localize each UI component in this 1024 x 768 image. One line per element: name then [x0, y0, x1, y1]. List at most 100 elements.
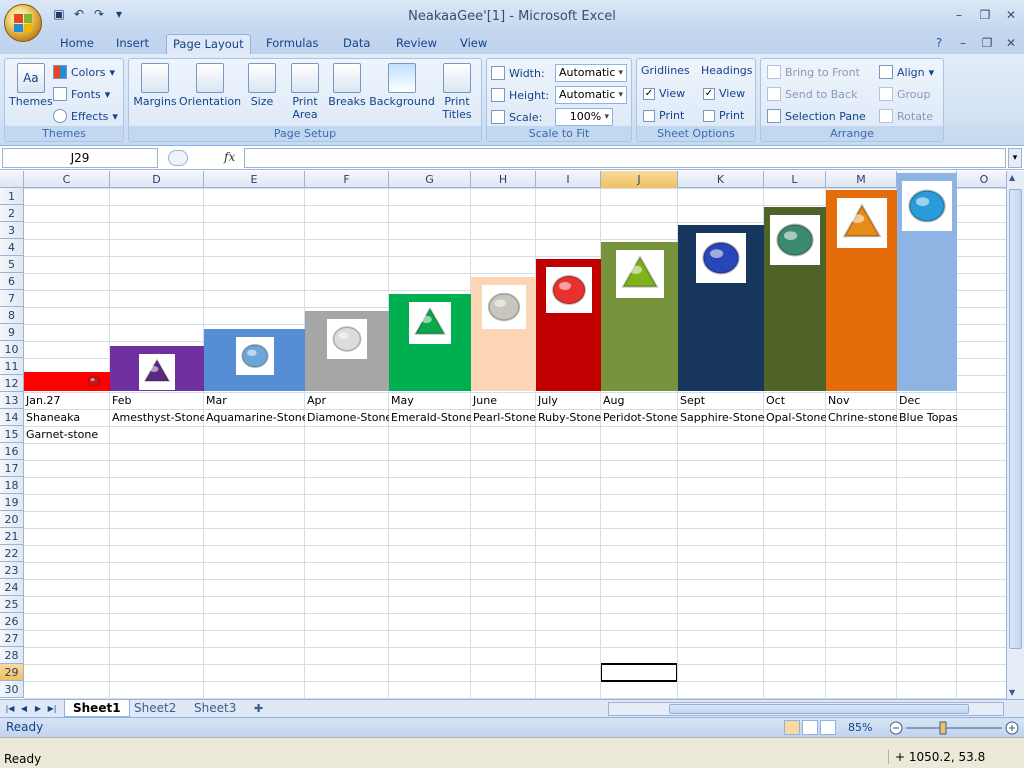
- column-header-j[interactable]: J: [601, 171, 678, 188]
- fonts-button[interactable]: Fonts ▾: [53, 87, 110, 101]
- select-all-corner[interactable]: [0, 171, 24, 188]
- row-header-4[interactable]: 4: [0, 239, 24, 256]
- themes-button[interactable]: Aa Themes: [9, 63, 53, 108]
- close-icon[interactable]: ✕: [1004, 8, 1018, 22]
- breaks-button[interactable]: Breaks: [327, 63, 367, 108]
- row-header-16[interactable]: 16: [0, 443, 24, 460]
- gem-image-sept[interactable]: [696, 233, 746, 283]
- next-sheet-icon[interactable]: ▶: [32, 702, 44, 715]
- headings-view-checkbox[interactable]: ✓ View: [703, 87, 745, 100]
- vertical-scrollbar[interactable]: ▲ ▼: [1006, 171, 1024, 699]
- height-dropdown[interactable]: Automatic: [555, 86, 627, 104]
- row-header-2[interactable]: 2: [0, 205, 24, 222]
- selection-pane-button[interactable]: Selection Pane: [767, 109, 866, 123]
- page-break-preview-icon[interactable]: [820, 720, 836, 735]
- horizontal-scrollbar[interactable]: [608, 702, 1004, 716]
- row-header-30[interactable]: 30: [0, 681, 24, 698]
- gem-image-july[interactable]: [545, 267, 592, 313]
- tab-page-layout[interactable]: Page Layout: [166, 34, 251, 54]
- vertical-scroll-thumb[interactable]: [1009, 189, 1022, 649]
- last-sheet-icon[interactable]: ▶|: [46, 702, 58, 715]
- tab-home[interactable]: Home: [54, 34, 100, 54]
- row-header-10[interactable]: 10: [0, 341, 24, 358]
- sheet-tab-sheet2[interactable]: Sheet2: [126, 700, 184, 717]
- headings-print-checkbox[interactable]: Print: [703, 109, 744, 122]
- tab-review[interactable]: Review: [390, 34, 443, 54]
- gem-image-may[interactable]: [409, 302, 451, 344]
- zoom-level[interactable]: 85%: [848, 721, 872, 734]
- column-header-m[interactable]: M: [826, 171, 897, 188]
- size-button[interactable]: Size: [247, 63, 277, 108]
- zoom-slider[interactable]: [890, 721, 1020, 735]
- row-header-1[interactable]: 1: [0, 188, 24, 205]
- workbook-minimize-icon[interactable]: –: [956, 36, 970, 50]
- first-sheet-icon[interactable]: |◀: [4, 702, 16, 715]
- row-header-26[interactable]: 26: [0, 613, 24, 630]
- gem-image-aug[interactable]: [615, 250, 664, 298]
- tab-insert[interactable]: Insert: [110, 34, 155, 54]
- workbook-close-icon[interactable]: ✕: [1004, 36, 1018, 50]
- sheet-tab-sheet3[interactable]: Sheet3: [186, 700, 244, 717]
- row-header-13[interactable]: 13: [0, 392, 24, 409]
- help-icon[interactable]: ?: [932, 36, 946, 50]
- normal-view-icon[interactable]: [784, 720, 800, 735]
- margins-button[interactable]: Margins: [133, 63, 177, 108]
- sheet-tab-sheet1[interactable]: Sheet1: [64, 700, 130, 717]
- effects-button[interactable]: Effects ▾: [53, 109, 118, 123]
- row-header-5[interactable]: 5: [0, 256, 24, 273]
- column-header-e[interactable]: E: [204, 171, 305, 188]
- gem-image-nov[interactable]: [836, 198, 887, 248]
- column-header-k[interactable]: K: [678, 171, 764, 188]
- row-header-27[interactable]: 27: [0, 630, 24, 647]
- row-header-22[interactable]: 22: [0, 545, 24, 562]
- scroll-down-icon[interactable]: ▼: [1009, 688, 1015, 697]
- row-header-28[interactable]: 28: [0, 647, 24, 664]
- formula-cancel-icon[interactable]: [168, 150, 188, 166]
- formula-input[interactable]: [244, 148, 1006, 168]
- gridlines-view-checkbox[interactable]: ✓ View: [643, 87, 685, 100]
- gem-image-mar[interactable]: [235, 337, 274, 375]
- row-header-17[interactable]: 17: [0, 460, 24, 477]
- row-header-7[interactable]: 7: [0, 290, 24, 307]
- background-button[interactable]: Background: [369, 63, 435, 108]
- gridlines-print-checkbox[interactable]: Print: [643, 109, 684, 122]
- column-header-l[interactable]: L: [764, 171, 826, 188]
- print-area-button[interactable]: Print Area: [287, 63, 323, 121]
- print-titles-button[interactable]: Print Titles: [439, 63, 475, 121]
- gem-image-feb[interactable]: [139, 354, 175, 390]
- gem-image-jan[interactable]: [84, 371, 104, 391]
- active-cell[interactable]: [600, 663, 678, 682]
- scale-spinner[interactable]: 100%: [555, 108, 613, 126]
- rotate-button[interactable]: Rotate: [879, 109, 933, 123]
- column-header-h[interactable]: H: [471, 171, 536, 188]
- row-header-23[interactable]: 23: [0, 562, 24, 579]
- cells-area[interactable]: Jan.27 Shaneaka Garnet-stone Feb Amesthyst-S…: [24, 173, 1006, 699]
- column-header-d[interactable]: D: [110, 171, 204, 188]
- row-header-15[interactable]: 15: [0, 426, 24, 443]
- send-to-back-button[interactable]: Send to Back: [767, 87, 857, 101]
- column-header-c[interactable]: C: [24, 171, 110, 188]
- row-header-8[interactable]: 8: [0, 307, 24, 324]
- row-header-19[interactable]: 19: [0, 494, 24, 511]
- insert-function-icon[interactable]: fx: [224, 150, 235, 164]
- gem-image-apr[interactable]: [327, 319, 367, 359]
- zoom-thumb[interactable]: [939, 721, 947, 735]
- row-header-24[interactable]: 24: [0, 579, 24, 596]
- align-button[interactable]: Align ▾: [879, 65, 934, 79]
- orientation-button[interactable]: Orientation: [179, 63, 241, 108]
- tab-data[interactable]: Data: [337, 34, 376, 54]
- row-header-6[interactable]: 6: [0, 273, 24, 290]
- row-header-9[interactable]: 9: [0, 324, 24, 341]
- gem-image-dec[interactable]: [902, 181, 952, 231]
- tab-formulas[interactable]: Formulas: [260, 34, 325, 54]
- row-header-20[interactable]: 20: [0, 511, 24, 528]
- minimize-icon[interactable]: –: [952, 8, 966, 22]
- workbook-restore-icon[interactable]: ❐: [980, 36, 994, 50]
- group-button[interactable]: Group: [879, 87, 931, 101]
- row-header-11[interactable]: 11: [0, 358, 24, 375]
- column-header-o[interactable]: O: [957, 171, 1006, 188]
- row-header-14[interactable]: 14: [0, 409, 24, 426]
- row-header-25[interactable]: 25: [0, 596, 24, 613]
- expand-formula-bar-icon[interactable]: ▾: [1008, 148, 1022, 168]
- name-box[interactable]: J29: [2, 148, 158, 168]
